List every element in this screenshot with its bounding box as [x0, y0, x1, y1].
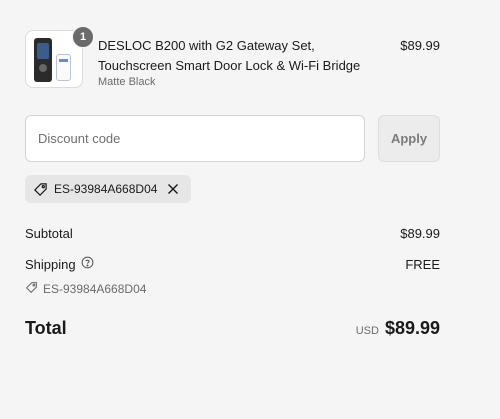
currency-code: USD: [355, 325, 379, 337]
subtotal-label: Subtotal: [25, 226, 73, 241]
total-amount: $89.99: [384, 318, 440, 338]
quantity-badge: 1: [72, 26, 94, 48]
discount-code-input[interactable]: [25, 115, 365, 162]
subtotal-value: $89.99: [400, 226, 440, 241]
applied-discount-line: ES-93984A668D04: [25, 281, 146, 297]
applied-discount-chip: ES-93984A668D04: [25, 175, 191, 203]
total-label: Total: [25, 318, 67, 338]
subtotal-row: Subtotal $89.99: [25, 226, 440, 241]
help-circle-icon[interactable]: [81, 256, 94, 272]
apply-button[interactable]: Apply: [378, 115, 440, 162]
product-variant: Matte Black: [98, 76, 156, 88]
shipping-row: Shipping FREE: [25, 256, 440, 272]
cart-line-item: 1 DESLOC B200 with G2 Gateway Set, Touch…: [25, 26, 440, 94]
tag-icon: [33, 182, 48, 197]
product-title: DESLOC B200 with G2 Gateway Set, Touchsc…: [98, 38, 361, 73]
product-price: $89.99: [400, 38, 440, 53]
applied-code-text: ES-93984A668D04: [54, 182, 158, 196]
total-row: Total USD $89.99: [25, 318, 440, 339]
shipping-label: Shipping: [25, 256, 76, 272]
applied-discount-code: ES-93984A668D04: [43, 282, 147, 296]
shipping-label-group: Shipping: [25, 256, 94, 272]
tag-icon: [25, 281, 38, 297]
shipping-value: FREE: [405, 256, 440, 272]
total-amount-group: USD $89.99: [356, 318, 440, 339]
close-icon[interactable]: [167, 183, 179, 195]
